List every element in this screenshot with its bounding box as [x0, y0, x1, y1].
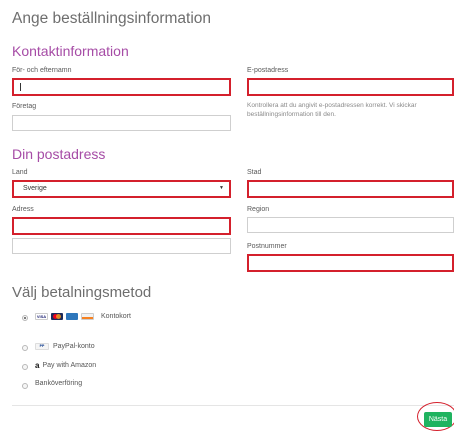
paypal-row: PP PayPal-konto — [35, 343, 95, 350]
text-cursor — [20, 83, 21, 91]
radio-amazon[interactable] — [22, 364, 28, 370]
company-input[interactable] — [12, 115, 231, 131]
country-label: Land — [12, 169, 28, 176]
payment-option-label: Kontokort — [101, 313, 131, 320]
payment-option-label: PayPal-konto — [53, 343, 95, 350]
amex-icon — [66, 313, 78, 320]
card-logos: VISA Kontokort — [35, 313, 131, 320]
name-label: För- och efternamn — [12, 67, 72, 74]
region-label: Region — [247, 206, 270, 213]
postcode-input[interactable] — [247, 254, 454, 272]
name-input[interactable] — [12, 78, 231, 96]
address-line2-input[interactable] — [12, 238, 231, 254]
region-input[interactable] — [247, 217, 454, 233]
payment-option-label: Banköverföring — [35, 380, 83, 387]
next-button[interactable]: Nästa — [424, 412, 452, 427]
postcode-label: Postnummer — [247, 243, 287, 250]
company-label: Företag — [12, 103, 37, 110]
contact-heading: Kontaktinformation — [12, 43, 129, 59]
divider — [12, 405, 454, 406]
chevron-down-icon: ▼ — [219, 185, 224, 191]
city-label: Stad — [247, 169, 262, 176]
payment-option-bank[interactable] — [22, 383, 28, 389]
address-heading: Din postadress — [12, 146, 106, 162]
radio-card[interactable] — [22, 315, 28, 321]
discover-icon — [81, 313, 94, 320]
payment-option-card[interactable] — [22, 315, 28, 321]
visa-icon: VISA — [35, 313, 48, 320]
radio-bank[interactable] — [22, 383, 28, 389]
address-label: Adress — [12, 206, 34, 213]
page-title: Ange beställningsinformation — [12, 10, 212, 27]
payment-option-label: Pay with Amazon — [42, 362, 97, 369]
payment-option-amazon[interactable] — [22, 364, 28, 370]
radio-paypal[interactable] — [22, 345, 28, 351]
email-label: E-postadress — [247, 67, 289, 74]
city-input[interactable] — [247, 180, 454, 198]
paypal-icon: PP — [35, 343, 49, 350]
payment-option-paypal[interactable] — [22, 345, 28, 351]
email-input[interactable] — [247, 78, 454, 96]
mastercard-icon — [51, 313, 63, 320]
email-help-text: Kontrollera att du angivit e-postadresse… — [247, 102, 417, 118]
amazon-row: a Pay with Amazon — [35, 361, 96, 370]
payment-heading: Välj betalningsmetod — [12, 284, 152, 301]
country-select[interactable]: Sverige ▼ — [12, 180, 231, 198]
amazon-icon: a — [35, 361, 40, 370]
address-input[interactable] — [12, 217, 231, 235]
